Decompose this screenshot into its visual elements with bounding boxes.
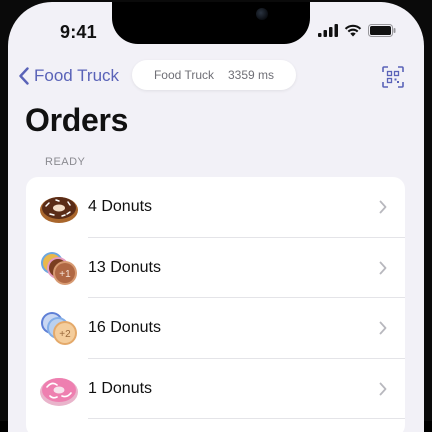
donut-stack-icon: +2 [41, 312, 77, 345]
row-divider [88, 418, 405, 419]
battery-icon [368, 24, 396, 37]
section-header-ready: READY [45, 156, 86, 168]
status-time: 9:41 [60, 22, 97, 42]
pill-timing: 3359 ms [228, 68, 275, 82]
chevron-right-icon [379, 261, 387, 274]
donut-stack-icon: +1 [41, 251, 77, 285]
page-title: Orders [25, 102, 129, 138]
order-row[interactable]: +2 16 Donuts [26, 298, 405, 359]
back-button-label: Food Truck [34, 66, 120, 85]
camera-icon [256, 8, 268, 20]
donut-pink-icon [40, 377, 78, 406]
notch [112, 2, 310, 44]
device-frame: 9:41 Food Truck Food Truck 3359 ms Order… [0, 0, 432, 432]
cellular-signal-icon [318, 24, 338, 37]
back-button[interactable]: Food Truck [18, 66, 119, 86]
order-label: 13 Donuts [88, 258, 161, 276]
qr-code-icon [382, 66, 404, 88]
order-row[interactable]: 4 Donuts [26, 177, 405, 238]
order-row[interactable]: +1 13 Donuts [26, 238, 405, 298]
pill-app-name: Food Truck [153, 68, 214, 82]
navigation-bar: Food Truck Food Truck 3359 ms [8, 60, 424, 94]
chevron-right-icon [379, 200, 387, 214]
order-row[interactable]: 1 Donuts [26, 359, 405, 419]
order-label: 1 Donuts [88, 379, 153, 397]
donut-chocolate-icon [40, 197, 78, 223]
orders-list: 4 Donuts +1 13 Donuts +2 16 Donuts 1 Don… [26, 177, 405, 432]
stack-badge: +2 [59, 329, 71, 340]
chevron-left-icon [19, 67, 29, 85]
timing-pill: Food Truck 3359 ms [132, 60, 296, 90]
wifi-icon [344, 24, 362, 37]
stack-badge: +1 [59, 269, 71, 280]
order-label: 4 Donuts [88, 198, 153, 216]
order-label: 16 Donuts [88, 319, 161, 337]
qr-scan-button[interactable] [382, 66, 404, 93]
chevron-right-icon [379, 321, 387, 335]
chevron-right-icon [379, 382, 387, 395]
status-icons [318, 24, 396, 37]
phone-screen: 9:41 Food Truck Food Truck 3359 ms Order… [8, 2, 424, 432]
